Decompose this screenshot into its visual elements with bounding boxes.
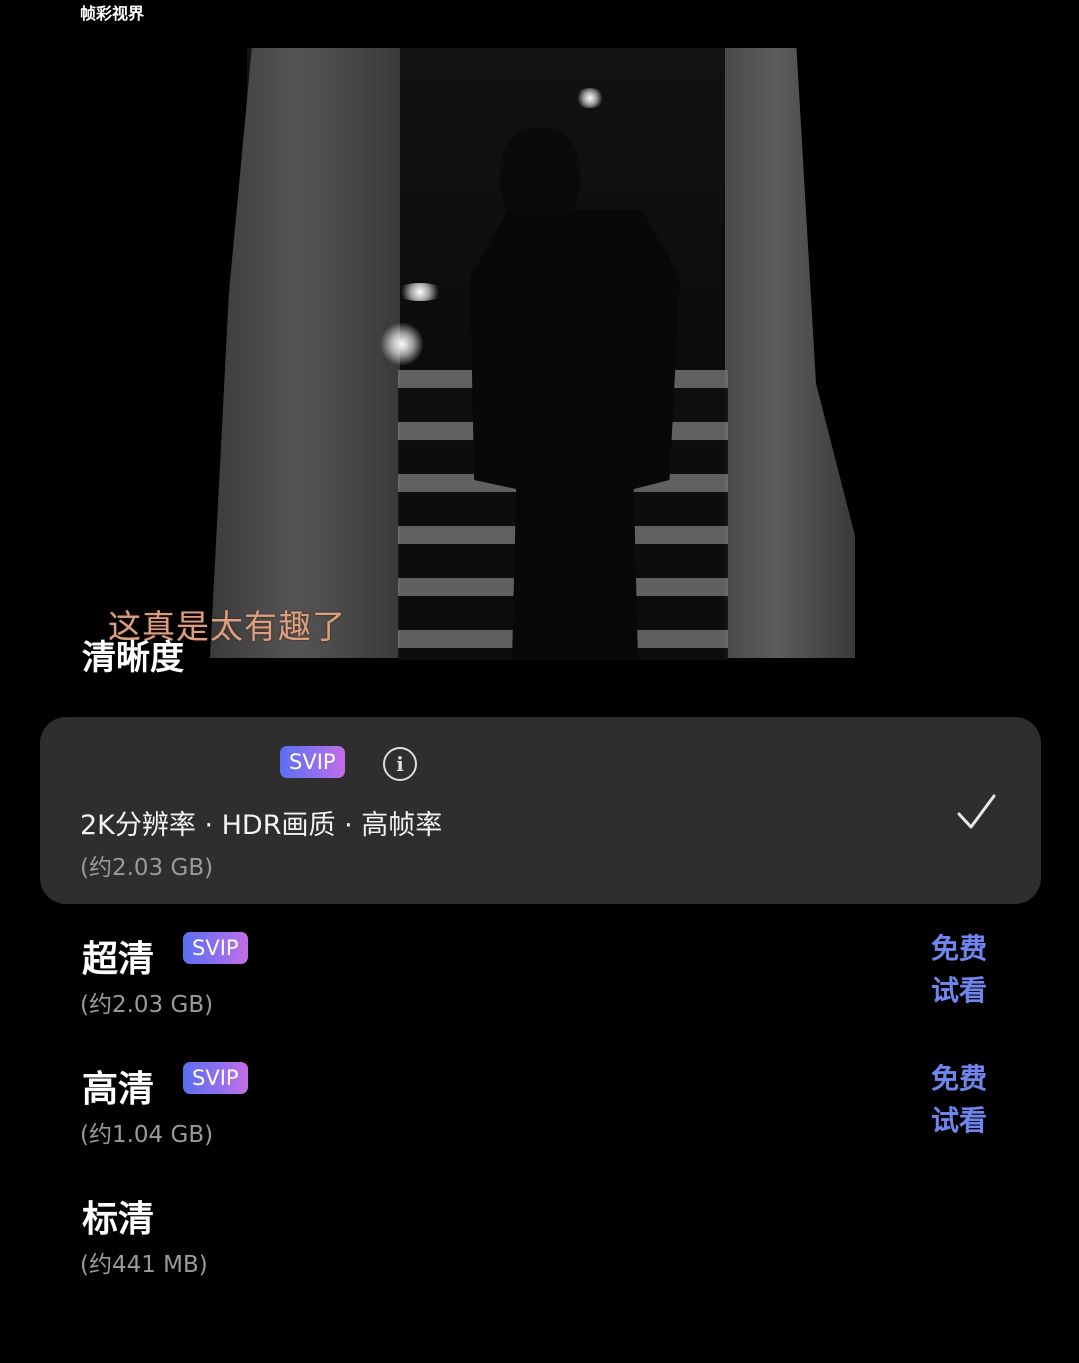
quality-option-name: 帧彩视界 (80, 4, 145, 23)
free-trial-line: 试看 (931, 1104, 988, 1137)
svip-badge: SVIP (183, 1062, 248, 1094)
info-icon[interactable]: i (383, 747, 417, 781)
quality-option-name[interactable]: 超清 (82, 930, 154, 982)
video-light (575, 88, 605, 108)
quality-features: 2K分辨率 · HDR画质 · 高帧率 (80, 810, 443, 841)
video-light (380, 322, 424, 366)
quality-option-name[interactable]: 标清 (82, 1190, 154, 1242)
quality-size: (约1.04 GB) (80, 1122, 214, 1148)
svip-badge: SVIP (183, 932, 248, 964)
video-light (395, 283, 445, 301)
quality-option-name[interactable]: 高清 (82, 1060, 154, 1112)
quality-size: (约441 MB) (80, 1252, 208, 1278)
video-person-head (500, 128, 580, 223)
quality-panel-title: 清晰度 (82, 638, 184, 678)
svip-badge: SVIP (280, 746, 345, 778)
free-trial-line: 免费 (931, 932, 988, 965)
check-icon (957, 794, 996, 829)
free-trial-line: 免费 (931, 1062, 988, 1095)
video-right-pillar (725, 48, 855, 658)
video-left-pillar (210, 48, 400, 658)
free-trial-line: 试看 (931, 974, 988, 1007)
quality-size: (约2.03 GB) (80, 855, 214, 881)
quality-size: (约2.03 GB) (80, 992, 214, 1018)
free-trial-link[interactable]: 免费 试看 (931, 928, 1001, 1012)
free-trial-link[interactable]: 免费 试看 (931, 1058, 1001, 1142)
video-preview[interactable]: 这真是太有趣了 (0, 0, 1079, 700)
